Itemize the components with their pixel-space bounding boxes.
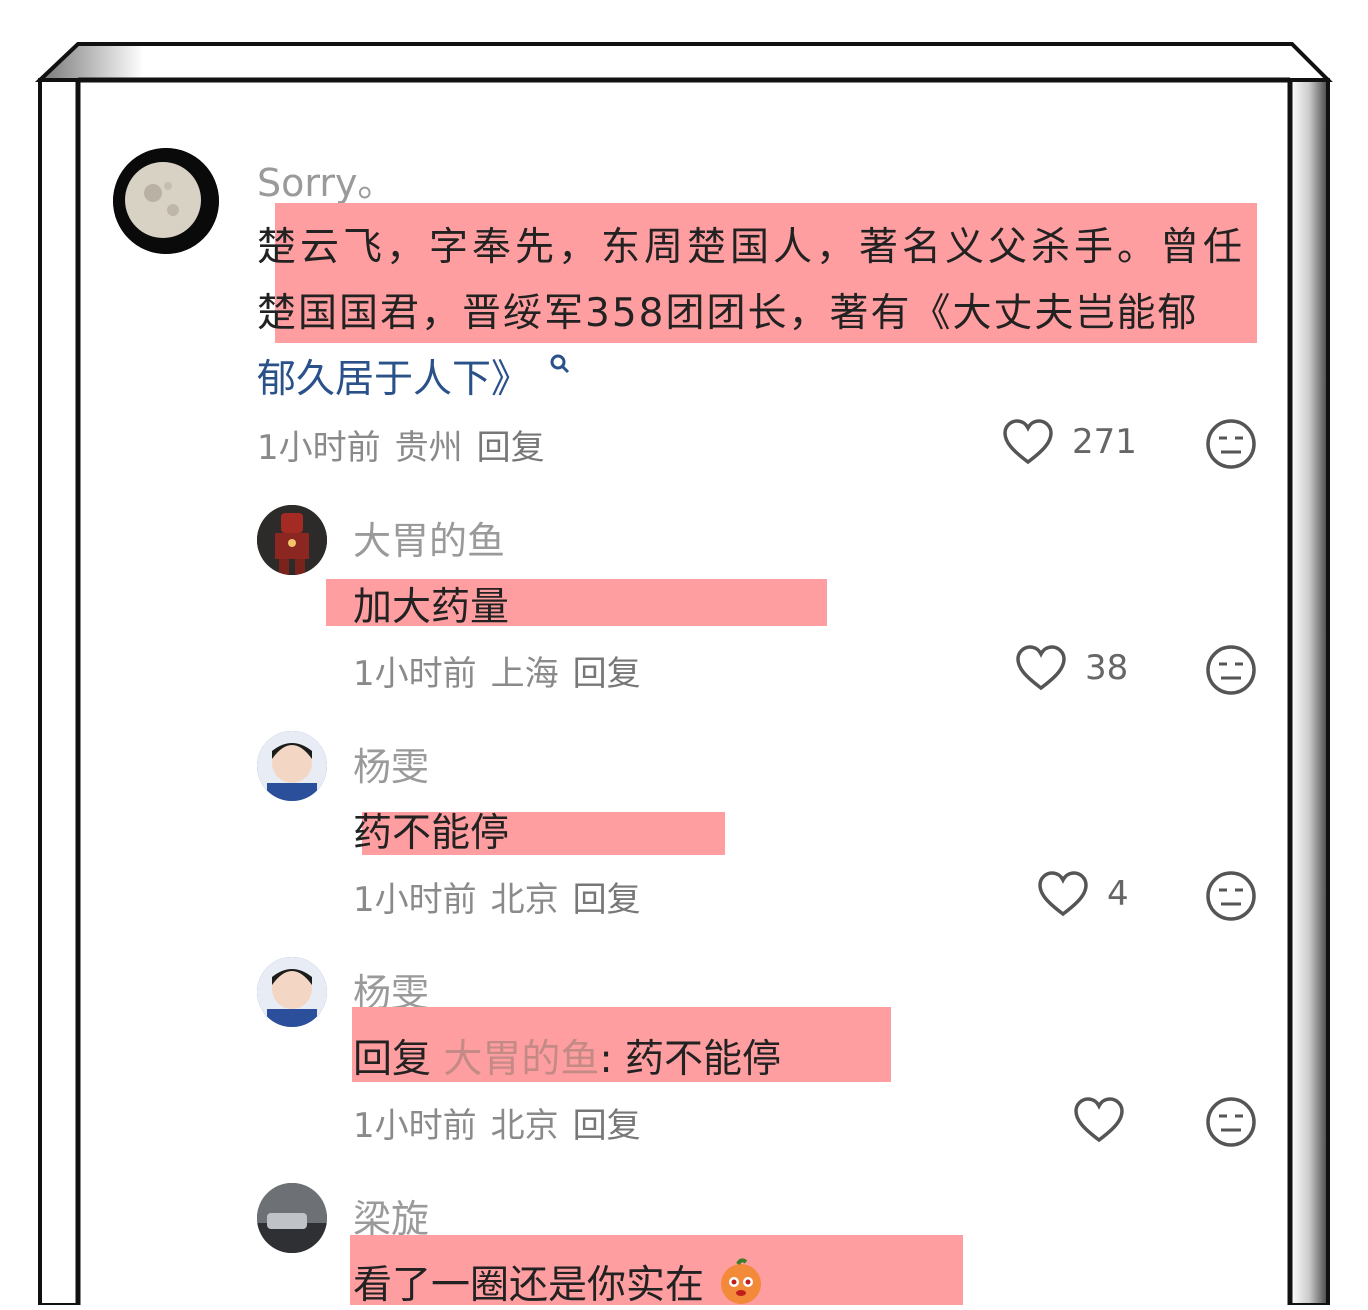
comment-meta: 1小时前 上海 回复 [353, 646, 655, 695]
comment-meta: 1小时前 北京 回复 [353, 1098, 655, 1147]
reply-text: : 药不能停 [599, 1037, 781, 1082]
comment-time: 1小时前 [353, 654, 477, 694]
like-count: 38 [1085, 648, 1129, 688]
comment-time: 1小时前 [353, 1106, 477, 1146]
comment-time: 1小时前 [353, 880, 477, 920]
car-avatar-icon [257, 1183, 327, 1253]
heart-outline-icon [1074, 1097, 1124, 1143]
like-button[interactable]: 271 [1002, 418, 1137, 466]
like-count: 4 [1107, 874, 1129, 914]
book-link[interactable]: 郁久居于人下》 [257, 348, 572, 404]
comment-author[interactable]: 杨雯 [353, 736, 429, 791]
comment-meta: 1小时前 北京 回复 [353, 872, 655, 921]
mentioned-user[interactable]: 大胃的鱼 [443, 1037, 599, 1082]
avatar[interactable] [257, 957, 327, 1027]
comment-text: 药不能停 [353, 811, 510, 856]
like-count: 271 [1072, 422, 1137, 462]
comment-time: 1小时前 [257, 428, 381, 468]
comment-author[interactable]: Sorry。 [257, 152, 395, 207]
like-button[interactable]: 38 [1015, 644, 1128, 692]
heart-outline-icon [1016, 645, 1066, 691]
comment-text: 看了一圈还是你实在 [353, 1254, 766, 1310]
comment-meta: 1小时前 贵州 回复 [257, 420, 559, 469]
orange-emoji-icon [721, 1257, 762, 1304]
reply-button[interactable]: 回复 [573, 1106, 641, 1146]
avatar[interactable] [257, 505, 327, 575]
comment-location: 北京 [490, 1106, 559, 1146]
meh-face-icon[interactable] [1205, 870, 1257, 922]
comment-text-line: 楚国国君，晋绥军358团团长，著有《大丈夫岂能郁 [257, 291, 1199, 336]
moon-avatar-icon [113, 148, 219, 254]
girl-avatar-icon [257, 957, 327, 1027]
meh-face-icon[interactable] [1205, 1096, 1257, 1148]
meh-face-icon[interactable] [1205, 418, 1257, 470]
book-link-label[interactable]: 郁久居于人下》 [257, 357, 530, 402]
comment-location: 北京 [490, 880, 559, 920]
comment-text-line: 楚云飞，字奉先，东周楚国人，著名义父杀手。曾任 [257, 225, 1247, 270]
heart-outline-icon [1038, 871, 1088, 917]
avatar[interactable] [257, 731, 327, 801]
comment-text: 加大药量 [353, 585, 510, 630]
search-icon[interactable] [548, 352, 572, 376]
comment-text: 回复 大胃的鱼: 药不能停 [353, 1028, 781, 1084]
robot-avatar-icon [257, 505, 327, 575]
girl-avatar-icon [257, 731, 327, 801]
reply-prefix: 回复 [353, 1037, 432, 1082]
meh-face-icon[interactable] [1205, 644, 1257, 696]
avatar[interactable] [257, 1183, 327, 1253]
reply-button[interactable]: 回复 [477, 428, 545, 468]
comment-author[interactable]: 大胃的鱼 [353, 510, 505, 565]
heart-outline-icon [1003, 419, 1053, 465]
like-button[interactable]: 4 [1037, 870, 1129, 918]
comment-text-content: 看了一圈还是你实在 [353, 1263, 705, 1308]
reply-button[interactable]: 回复 [573, 880, 641, 920]
like-button[interactable] [1073, 1096, 1125, 1144]
reply-button[interactable]: 回复 [573, 654, 641, 694]
avatar[interactable] [113, 148, 219, 254]
comment-location: 上海 [490, 654, 559, 694]
comment-location: 贵州 [394, 428, 463, 468]
